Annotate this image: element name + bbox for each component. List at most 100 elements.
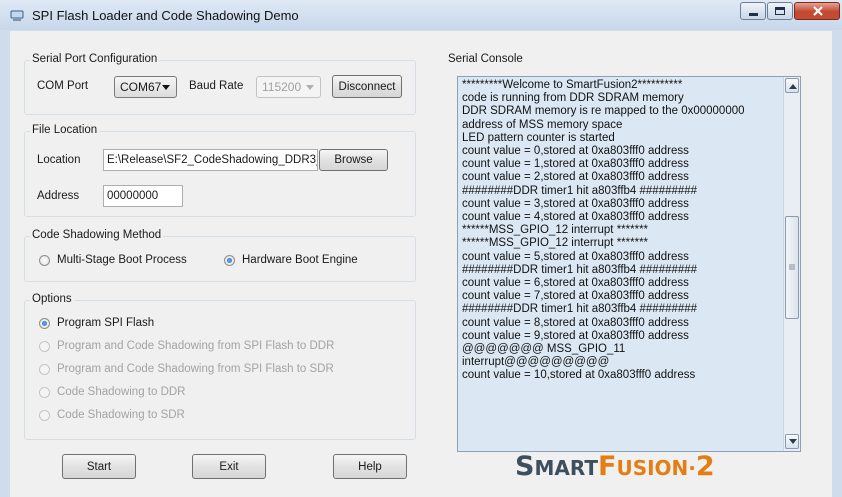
options-group-label: Options — [30, 293, 74, 305]
console-line: count value = 1,stored at 0xa803fff0 add… — [462, 158, 689, 171]
start-button[interactable]: Start — [62, 454, 136, 479]
scroll-down-button[interactable] — [785, 434, 799, 449]
com-port-select[interactable]: COM67 — [114, 76, 177, 98]
console-line: count value = 8,stored at 0xa803fff0 add… — [462, 316, 689, 329]
window-title: SPI Flash Loader and Code Shadowing Demo — [32, 8, 299, 23]
console-line: LED pattern counter is started — [462, 131, 615, 144]
maximize-icon — [775, 7, 785, 15]
chevron-up-icon — [789, 84, 797, 89]
console-line: ******MSS_GPIO_12 interrupt ******* — [462, 224, 649, 237]
logo-text-rt: RT — [569, 456, 598, 480]
logo-text-s: S — [515, 451, 535, 482]
option-label: Program and Code Shadowing from SPI Flas… — [57, 340, 335, 352]
caption-buttons — [739, 2, 840, 24]
app-icon — [10, 10, 24, 21]
serial-port-group: Serial Port Configuration COM Port COM67… — [24, 53, 416, 115]
console-line: interrupt@@@@@@@@@ — [462, 356, 610, 369]
client-area: Serial Port Configuration COM Port COM67… — [10, 31, 832, 497]
logo-text-a: A — [554, 456, 570, 480]
console-line: count value = 9,stored at 0xa803fff0 add… — [462, 329, 689, 342]
logo-dot: · — [688, 456, 696, 480]
logo-text-2: 2 — [695, 451, 715, 482]
console-line: count value = 5,stored at 0xa803fff0 add… — [462, 250, 689, 263]
radio-indicator — [39, 254, 50, 266]
options-group: Options Program SPI Flash Program and Co… — [24, 293, 416, 440]
grip-icon — [789, 264, 795, 270]
console-line: count value = 2,stored at 0xa803fff0 add… — [462, 171, 689, 184]
option-shadow-ddr[interactable]: Code Shadowing to DDR — [39, 386, 186, 398]
radio-indicator — [39, 317, 50, 329]
baud-rate-value: 115200 — [262, 80, 302, 94]
title-bar[interactable]: SPI Flash Loader and Code Shadowing Demo — [0, 0, 842, 30]
serial-port-group-label: Serial Port Configuration — [30, 53, 160, 65]
multi-stage-boot-radio[interactable]: Multi-Stage Boot Process — [39, 254, 187, 266]
radio-indicator — [39, 340, 50, 352]
disconnect-button[interactable]: Disconnect — [332, 75, 402, 98]
close-icon — [813, 6, 823, 16]
baud-rate-label: Baud Rate — [189, 80, 244, 92]
console-line: count value = 0,stored at 0xa803fff0 add… — [462, 145, 689, 158]
option-shadow-sdr[interactable]: Code Shadowing to SDR — [39, 409, 185, 421]
console-line: *********Welcome to SmartFusion2********… — [462, 79, 683, 91]
radio-indicator — [39, 409, 50, 421]
option-label: Code Shadowing to SDR — [57, 409, 185, 421]
close-button[interactable] — [794, 2, 840, 20]
console-line: count value = 3,stored at 0xa803fff0 add… — [462, 197, 689, 210]
option-program-shadow-sdr[interactable]: Program and Code Shadowing from SPI Flas… — [39, 363, 334, 375]
option-label: Program SPI Flash — [57, 317, 155, 329]
hardware-boot-engine-radio[interactable]: Hardware Boot Engine — [224, 254, 358, 266]
logo-text-f: F — [598, 451, 617, 482]
logo-text-usion: USION — [616, 456, 689, 480]
hardware-boot-engine-label: Hardware Boot Engine — [242, 254, 358, 266]
file-location-group-label: File Location — [30, 124, 100, 136]
chevron-down-icon — [789, 439, 797, 444]
console-lines: *********Welcome to SmartFusion2********… — [462, 79, 780, 383]
console-line: ******MSS_GPIO_12 interrupt ******* — [462, 237, 649, 250]
chevron-down-icon — [306, 85, 314, 90]
minimize-button[interactable] — [740, 2, 766, 20]
option-label: Code Shadowing to DDR — [57, 386, 186, 398]
radio-indicator — [39, 386, 50, 398]
serial-console-output[interactable]: *********Welcome to SmartFusion2********… — [457, 76, 801, 452]
smartfusion2-logo: SMARTFUSION·2 — [515, 451, 715, 482]
address-label: Address — [37, 190, 80, 202]
com-port-value: COM67 — [120, 80, 162, 94]
console-line: ########DDR timer1 hit a803ffb4 ########… — [462, 184, 698, 197]
console-scrollbar[interactable] — [783, 77, 800, 451]
baud-rate-select[interactable]: 115200 — [256, 76, 321, 98]
help-button[interactable]: Help — [333, 454, 407, 479]
serial-console-group-label: Serial Console — [446, 53, 525, 65]
address-field[interactable]: 00000000 — [103, 185, 183, 207]
option-program-shadow-ddr[interactable]: Program and Code Shadowing from SPI Flas… — [39, 340, 334, 352]
location-field[interactable]: E:\Release\SF2_CodeShadowing_DDR3_ — [103, 149, 318, 171]
option-label: Program and Code Shadowing from SPI Flas… — [57, 363, 334, 375]
browse-button[interactable]: Browse — [319, 149, 388, 171]
console-line: count value = 6,stored at 0xa803fff0 add… — [462, 277, 689, 290]
console-line: ########DDR timer1 hit a803ffb4 ########… — [462, 303, 698, 316]
code-shadowing-group: Code Shadowing Method Multi-Stage Boot P… — [24, 229, 416, 282]
app-window: SPI Flash Loader and Code Shadowing Demo… — [0, 0, 842, 497]
logo-text-m: M — [534, 456, 555, 480]
minimize-icon — [749, 13, 758, 16]
console-line: count value = 10,stored at 0xa803fff0 ad… — [462, 369, 696, 382]
console-line: @@@@@@@ MSS_GPIO_11 — [462, 343, 626, 356]
scroll-thumb[interactable] — [785, 216, 799, 319]
console-line: count value = 4,stored at 0xa803fff0 add… — [462, 211, 689, 224]
console-line: ########DDR timer1 hit a803ffb4 ########… — [462, 263, 698, 276]
scroll-up-button[interactable] — [785, 78, 799, 93]
exit-button[interactable]: Exit — [192, 454, 266, 479]
chevron-down-icon — [162, 85, 170, 90]
multi-stage-boot-label: Multi-Stage Boot Process — [57, 254, 187, 266]
console-line: DDR SDRAM memory is re mapped to the 0x0… — [462, 105, 745, 118]
maximize-button[interactable] — [767, 2, 793, 20]
com-port-label: COM Port — [37, 80, 89, 92]
console-line: count value = 7,stored at 0xa803fff0 add… — [462, 290, 689, 303]
radio-indicator — [39, 363, 50, 375]
console-line: address of MSS memory space — [462, 118, 623, 131]
code-shadowing-group-label: Code Shadowing Method — [30, 229, 164, 241]
console-line: code is running from DDR SDRAM memory — [462, 92, 684, 105]
option-program-spi-flash[interactable]: Program SPI Flash — [39, 317, 154, 329]
radio-indicator — [224, 254, 235, 266]
file-location-group: File Location Location E:\Release\SF2_Co… — [24, 124, 416, 217]
location-label: Location — [37, 154, 81, 166]
